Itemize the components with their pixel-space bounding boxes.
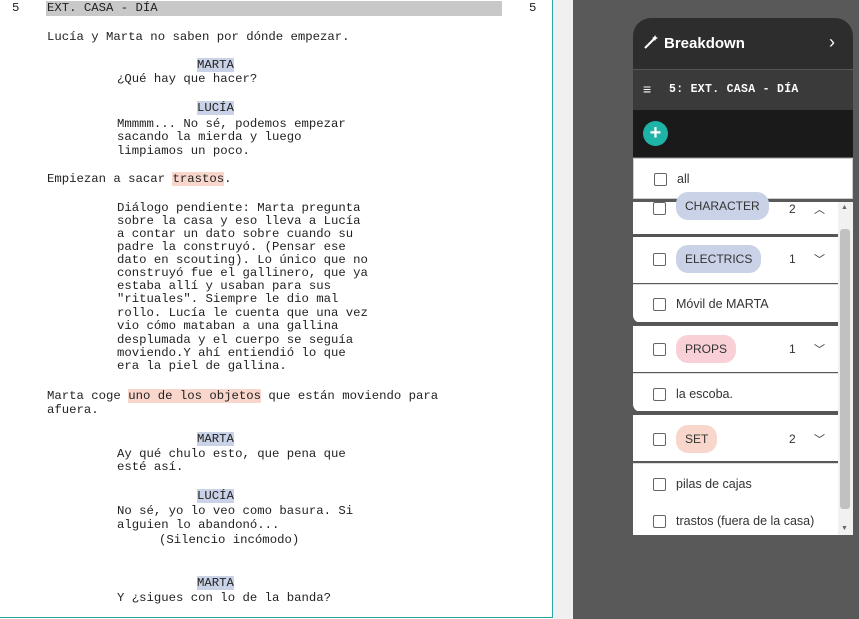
scene-number-right: 5 xyxy=(529,1,537,15)
chevron-down-icon[interactable]: ﹀ xyxy=(814,431,825,447)
checkbox-category[interactable] xyxy=(653,253,666,266)
category-item-row[interactable]: Móvil de MARTA xyxy=(633,284,853,323)
action-text: Marta coge xyxy=(47,389,129,403)
category-item-label: pilas de cajas xyxy=(676,477,752,491)
dialogue-line[interactable]: No sé, yo lo veo como basura. Si xyxy=(117,505,353,518)
character-tag[interactable]: LUCÍA xyxy=(197,489,234,503)
add-toolbar: + xyxy=(633,110,853,157)
dialogue-line[interactable]: sacando la mierda y luego xyxy=(117,131,301,144)
set-tag-highlight[interactable]: trastos xyxy=(172,172,225,186)
action-line[interactable]: Marta coge uno de los objetos que están … xyxy=(47,389,439,403)
scene-number-left: 5 xyxy=(12,1,20,15)
checkbox-item[interactable] xyxy=(653,298,666,311)
category-count: 2 xyxy=(789,432,796,446)
scene-selector[interactable]: ≡ 5: EXT. CASA - DÍA xyxy=(633,69,853,110)
panel-scrollbar[interactable]: ▲ ▼ xyxy=(838,202,853,535)
magic-wand-icon xyxy=(643,35,659,52)
scroll-up-icon[interactable]: ▲ xyxy=(841,204,848,211)
chevron-right-icon[interactable]: › xyxy=(829,32,835,53)
dialogue-line[interactable]: Y ¿sigues con lo de la banda? xyxy=(117,592,331,605)
character-cue[interactable]: MARTA xyxy=(197,576,234,590)
filter-all-label: all xyxy=(677,172,690,186)
character-cue[interactable]: MARTA xyxy=(197,432,234,446)
editor-gutter xyxy=(553,0,573,619)
breakdown-header[interactable]: Breakdown › xyxy=(633,18,853,69)
chevron-down-icon[interactable]: ﹀ xyxy=(814,251,825,267)
character-cue[interactable]: LUCÍA xyxy=(197,489,234,503)
category-item-row[interactable]: pilas de cajas xyxy=(633,463,853,502)
checkbox-category[interactable] xyxy=(653,343,666,356)
category-pill-set[interactable]: SET xyxy=(676,425,718,453)
dialogue-line[interactable]: ¿Qué hay que hacer? xyxy=(117,73,257,86)
category-count: 1 xyxy=(789,342,796,356)
set-tag-highlight[interactable]: uno de los objetos xyxy=(128,389,262,403)
character-tag[interactable]: MARTA xyxy=(197,58,234,72)
hamburger-icon[interactable]: ≡ xyxy=(643,81,651,97)
note-line[interactable]: "rituales". Siempre le dio mal xyxy=(117,293,338,306)
category-pill-electrics[interactable]: ELECTRICS xyxy=(676,245,762,273)
category-count: 1 xyxy=(789,252,796,266)
category-item-row[interactable]: la escoba. xyxy=(633,373,853,412)
plus-circle-icon[interactable]: + xyxy=(643,121,668,146)
character-tag[interactable]: MARTA xyxy=(197,576,234,590)
dialogue-line[interactable]: alguien lo abandonó... xyxy=(117,519,279,532)
action-line[interactable]: Lucía y Marta no saben por dónde empezar… xyxy=(47,31,350,44)
parenthetical[interactable]: (Silencio incómodo) xyxy=(159,534,299,547)
category-item-label: trastos (fuera de la casa) xyxy=(676,514,815,528)
action-line[interactable]: afuera. xyxy=(47,404,99,417)
character-tag[interactable]: MARTA xyxy=(197,432,234,446)
breakdown-title: Breakdown xyxy=(664,35,745,52)
chevron-down-icon[interactable]: ﹀ xyxy=(814,341,825,357)
dialogue-line[interactable]: limpiamos un poco. xyxy=(117,145,250,158)
scene-selector-label: 5: EXT. CASA - DÍA xyxy=(669,83,799,96)
category-pill-props[interactable]: PROPS xyxy=(676,335,737,363)
character-cue[interactable]: LUCÍA xyxy=(197,101,234,115)
category-electrics-row[interactable]: ELECTRICS 1 ﹀ xyxy=(633,237,853,283)
category-props-row[interactable]: PROPS 1 ﹀ xyxy=(633,326,853,372)
category-item-label: la escoba. xyxy=(676,387,733,401)
character-cue[interactable]: MARTA xyxy=(197,58,234,72)
checkbox-item[interactable] xyxy=(653,388,666,401)
checkbox-category[interactable] xyxy=(653,202,666,215)
chevron-up-icon[interactable]: ︿ xyxy=(814,201,825,217)
character-tag[interactable]: LUCÍA xyxy=(197,101,234,115)
action-text: Empiezan a sacar xyxy=(47,172,173,186)
category-divider xyxy=(633,322,841,325)
category-divider xyxy=(633,411,841,414)
breakdown-panel: Breakdown › ≡ 5: EXT. CASA - DÍA + all C… xyxy=(633,18,853,535)
category-item-label: Móvil de MARTA xyxy=(676,297,769,311)
checkbox-all[interactable] xyxy=(654,173,667,186)
action-text: que están moviendo para xyxy=(261,389,439,403)
action-line[interactable]: Empiezan a sacar trastos. xyxy=(47,172,232,186)
checkbox-item[interactable] xyxy=(653,478,666,491)
category-character-row[interactable]: CHARACTER 2 ︿ xyxy=(633,192,853,234)
category-count: 2 xyxy=(789,202,796,216)
category-item-row[interactable]: trastos (fuera de la casa) xyxy=(633,501,853,535)
note-line[interactable]: vio cómo mataban a una gallina xyxy=(117,320,338,333)
category-pill-character[interactable]: CHARACTER xyxy=(676,192,769,220)
scene-heading[interactable]: EXT. CASA - DÍA xyxy=(47,2,158,15)
checkbox-item[interactable] xyxy=(653,515,666,528)
dialogue-line[interactable]: esté así. xyxy=(117,461,183,474)
scrollbar-thumb[interactable] xyxy=(840,229,850,509)
checkbox-category[interactable] xyxy=(653,433,666,446)
note-line[interactable]: era la piel de gallina. xyxy=(117,360,287,373)
script-page[interactable]: 5 EXT. CASA - DÍA 5 Lucía y Marta no sab… xyxy=(0,0,553,618)
action-text: . xyxy=(224,172,232,186)
category-set-row[interactable]: SET 2 ﹀ xyxy=(633,415,853,461)
scroll-down-icon[interactable]: ▼ xyxy=(841,525,848,532)
